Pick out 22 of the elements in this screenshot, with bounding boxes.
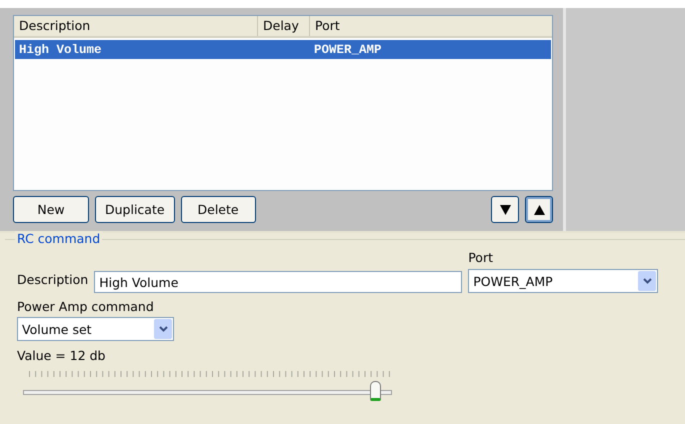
- field-label: Description: [17, 272, 88, 289]
- table-cell: POWER_AMP: [314, 42, 382, 56]
- move-up-button[interactable]: [525, 196, 553, 223]
- table-cell: High Volume: [19, 42, 102, 56]
- slider-thumb[interactable]: [370, 381, 382, 401]
- list-button[interactable]: Delete: [180, 196, 256, 223]
- port-dropdown[interactable]: POWER_AMP: [468, 269, 658, 293]
- up-triangle-icon: [534, 204, 544, 214]
- list-button[interactable]: New: [13, 196, 89, 223]
- field-label: Power Amp command: [17, 299, 155, 314]
- description-field[interactable]: High Volume: [94, 271, 462, 293]
- value-label: Value = 12 db: [17, 348, 106, 363]
- command-dropdown[interactable]: Volume set: [17, 317, 174, 341]
- group-title: RC command: [15, 231, 102, 246]
- field-label: Port: [468, 250, 494, 265]
- list-button[interactable]: Duplicate: [95, 196, 175, 223]
- move-down-button[interactable]: [491, 196, 519, 223]
- down-triangle-icon: [500, 204, 510, 214]
- column-header[interactable]: Description: [14, 16, 258, 36]
- column-header[interactable]: Port: [310, 16, 552, 36]
- column-header[interactable]: Delay: [258, 16, 310, 36]
- list-row[interactable]: High Volume POWER_AMP: [15, 40, 551, 59]
